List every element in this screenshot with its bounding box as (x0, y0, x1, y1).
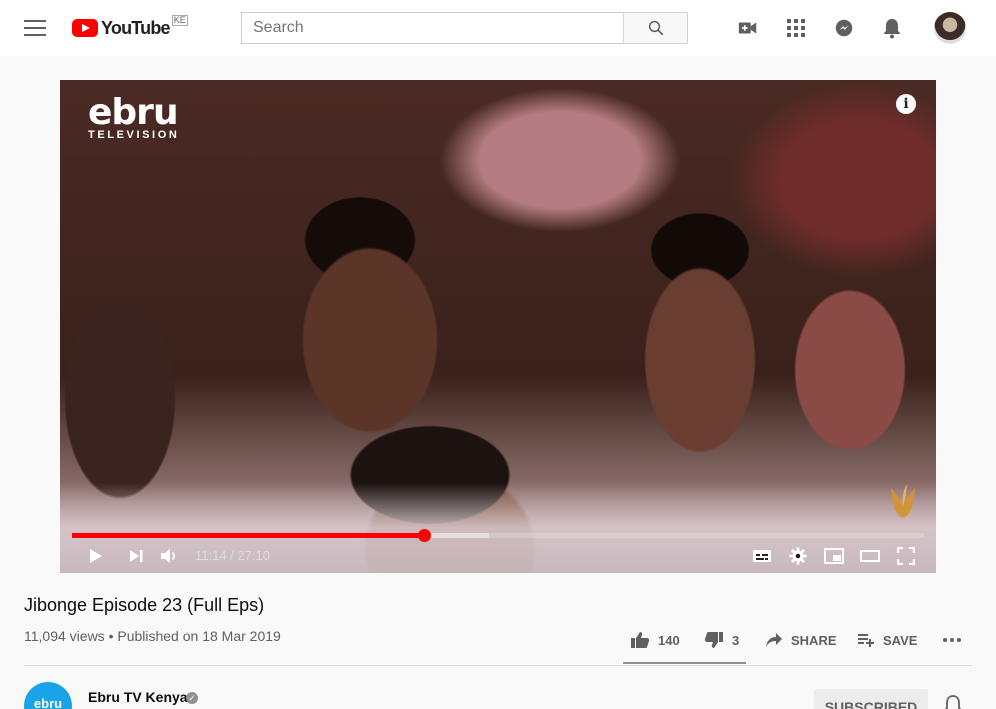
video-player[interactable]: ebru TELEVISION i 11:14 / 27:10 (60, 80, 936, 573)
logo-text: YouTube (101, 17, 171, 38)
thumbs-up-icon (631, 632, 650, 648)
miniplayer-button[interactable] (822, 544, 846, 568)
more-horiz-icon (943, 638, 961, 642)
next-button[interactable] (124, 544, 148, 568)
channel-avatar[interactable]: ebru (24, 682, 72, 709)
subtitles-icon (753, 550, 771, 562)
dislike-count: 3 (732, 632, 740, 648)
miniplayer-icon (824, 548, 844, 564)
search-input[interactable] (241, 12, 624, 44)
like-count: 140 (658, 632, 680, 648)
ebru-logo-word: ebru (88, 92, 179, 133)
subscribe-button[interactable]: SUBSCRIBED (814, 689, 928, 709)
add-to-playlist-icon (858, 634, 874, 647)
youtube-play-icon (72, 19, 98, 37)
thumbs-down-icon (704, 632, 723, 648)
divider (24, 665, 972, 666)
search-button[interactable] (623, 12, 688, 44)
ebru-logo-sub: TELEVISION (88, 129, 180, 141)
played-bar (72, 533, 425, 538)
channel-name[interactable]: Ebru TV Kenya (88, 689, 188, 705)
save-label: SAVE (883, 632, 918, 648)
time-display: 11:14 / 27:10 (195, 548, 270, 563)
play-button[interactable] (83, 544, 107, 568)
tulip-watermark-icon (891, 484, 915, 518)
play-icon (90, 549, 102, 563)
verified-badge-icon: ✓ (186, 692, 198, 704)
fullscreen-button[interactable] (894, 544, 918, 568)
user-avatar[interactable] (934, 12, 966, 44)
share-button[interactable]: SHARE (765, 630, 837, 650)
settings-button[interactable] (786, 544, 810, 568)
country-code: KE (171, 14, 188, 26)
subtitles-button[interactable] (750, 544, 774, 568)
top-header: YouTube KE (0, 0, 996, 56)
video-title: Jibonge Episode 23 (Full Eps) (24, 595, 265, 615)
save-button[interactable]: SAVE (857, 630, 917, 650)
dislike-button[interactable]: 3 (704, 630, 739, 650)
fullscreen-icon (897, 547, 915, 565)
gear-icon (789, 547, 807, 565)
theater-mode-icon (860, 550, 880, 562)
volume-button[interactable] (157, 544, 181, 568)
notification-bell-icon[interactable] (942, 694, 964, 709)
more-actions-button[interactable] (942, 630, 962, 650)
share-icon (766, 633, 782, 647)
theater-mode-button[interactable] (858, 544, 882, 568)
progress-bar[interactable] (72, 529, 924, 542)
volume-icon (161, 549, 175, 563)
menu-icon[interactable] (24, 20, 46, 36)
player-controls: 11:14 / 27:10 (60, 540, 936, 573)
channel-watermark-logo: ebru TELEVISION (88, 92, 180, 142)
create-video-icon[interactable] (736, 16, 760, 40)
youtube-logo[interactable]: YouTube KE (72, 14, 188, 40)
info-icon[interactable]: i (896, 94, 916, 114)
video-meta: 11,094 views • Published on 18 Mar 2019 (24, 628, 281, 644)
search-icon (648, 20, 663, 36)
messages-icon[interactable] (832, 16, 856, 40)
notifications-bell-icon[interactable] (880, 16, 904, 40)
skip-next-icon (130, 550, 143, 562)
share-label: SHARE (791, 632, 837, 648)
apps-grid-icon[interactable] (784, 16, 808, 40)
like-button[interactable]: 140 (630, 630, 680, 650)
sentiment-bar (623, 662, 746, 664)
